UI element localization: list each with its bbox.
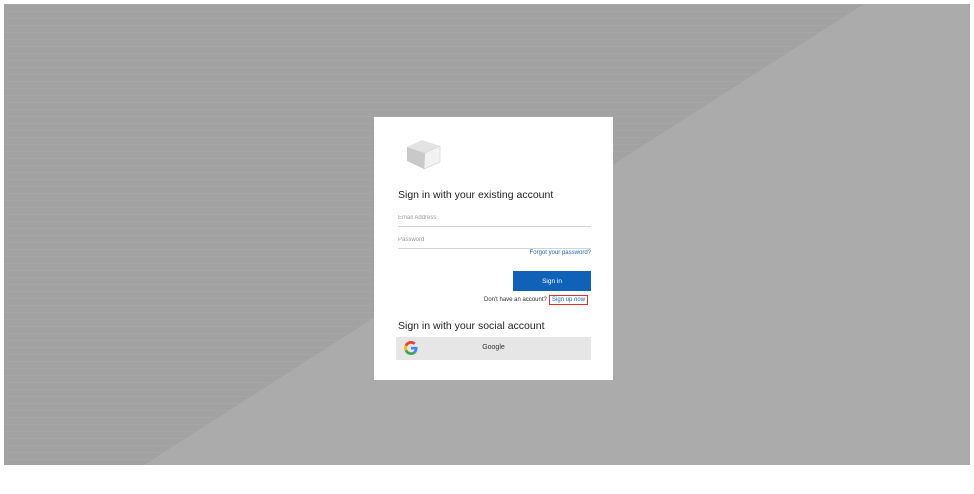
social-account-heading: Sign in with your social account — [398, 320, 545, 332]
sign-in-button[interactable]: Sign in — [513, 271, 591, 291]
forgot-password-link[interactable]: Forgot your password? — [530, 250, 591, 256]
cube-logo-icon — [407, 140, 441, 170]
email-field[interactable] — [398, 210, 591, 227]
sign-up-link[interactable]: Sign up now — [549, 295, 589, 305]
password-field[interactable] — [398, 232, 591, 249]
no-account-text: Don't have an account? — [484, 297, 547, 303]
google-sign-in-button[interactable]: Google — [396, 337, 591, 360]
google-button-label: Google — [482, 344, 505, 351]
existing-account-heading: Sign in with your existing account — [398, 189, 554, 201]
signin-card: Sign in with your existing account Forgo… — [374, 117, 613, 380]
